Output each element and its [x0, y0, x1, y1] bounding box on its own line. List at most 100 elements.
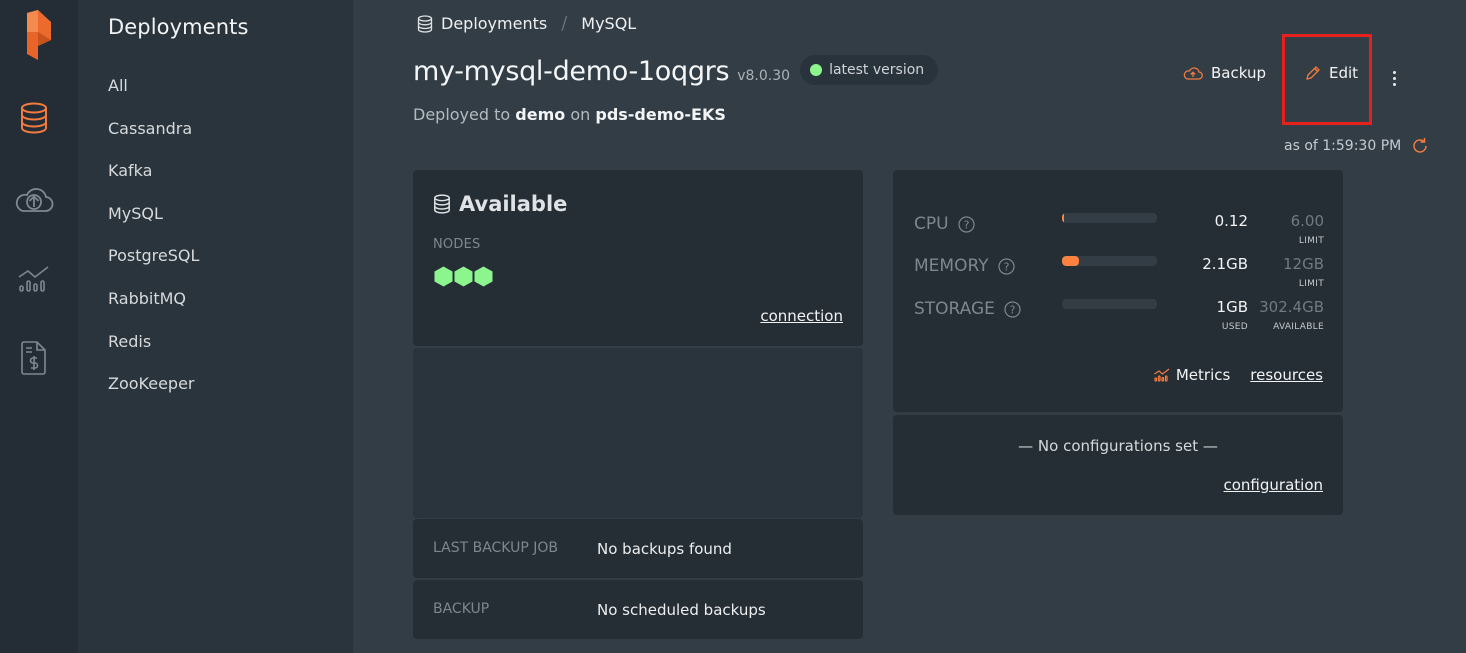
sidebar-item-zookeeper[interactable]: ZooKeeper — [108, 369, 199, 412]
node-hexagon-icon — [454, 266, 473, 287]
connection-link[interactable]: connection — [760, 307, 843, 325]
resource-row-memory: MEMORY ? 2.1GB 12GB LIMIT — [914, 255, 1324, 296]
resource-name: CPU ? — [914, 214, 975, 234]
metrics-label: Metrics — [1175, 366, 1231, 384]
metrics-chart-icon — [1154, 368, 1170, 382]
nodes-label: NODES — [433, 237, 481, 252]
last-backup-row: LAST BACKUP JOB No backups found — [413, 519, 863, 578]
used-value: 1GB — [1216, 298, 1248, 316]
database-icon — [434, 194, 450, 214]
rail-item-backups[interactable] — [14, 181, 54, 221]
deployment-version: v8.0.30 — [737, 68, 791, 84]
limit-value: 12GB — [1282, 255, 1324, 273]
resources-footer: Metrics resources — [1154, 366, 1323, 384]
usage-bar — [1062, 256, 1157, 266]
used-caption: USED — [1221, 322, 1248, 332]
version-status-badge: latest version — [800, 55, 939, 85]
resource-row-cpu: CPU ? 0.12 6.00 LIMIT — [914, 212, 1324, 253]
used-value: 2.1GB — [1202, 255, 1248, 273]
breadcrumb-deployments[interactable]: Deployments — [441, 14, 547, 33]
backup-schedule-label: BACKUP — [433, 601, 490, 617]
usage-bar — [1062, 299, 1157, 309]
billing-document-icon — [21, 341, 47, 379]
status-dot-icon — [810, 64, 823, 76]
cloud-upload-icon — [1183, 67, 1203, 80]
deployments-sidebar: Deployments All Cassandra Kafka MySQL Po… — [78, 0, 353, 653]
as-of-timestamp: as of 1:59:30 PM — [1284, 138, 1402, 154]
breadcrumb: Deployments / MySQL — [417, 13, 636, 34]
last-backup-value: No backups found — [597, 540, 732, 558]
svg-text:?: ? — [963, 218, 969, 231]
resources-link[interactable]: resources — [1250, 366, 1323, 384]
metrics-chart-icon — [18, 265, 50, 297]
sidebar-item-kafka[interactable]: Kafka — [108, 156, 199, 199]
help-icon[interactable]: ? — [1004, 300, 1021, 318]
sidebar-item-rabbitmq[interactable]: RabbitMQ — [108, 284, 199, 327]
help-icon[interactable]: ? — [997, 257, 1015, 275]
nodes-indicator — [434, 266, 493, 287]
version-status-label: latest version — [829, 62, 925, 78]
database-icon — [417, 14, 433, 33]
cluster-name: pds-demo-EKS — [595, 105, 726, 124]
database-icon — [19, 102, 49, 138]
sidebar-item-all[interactable]: All — [108, 71, 199, 114]
backup-schedule-row: BACKUP No scheduled backups — [413, 580, 863, 639]
sidebar-item-postgresql[interactable]: PostgreSQL — [108, 241, 199, 284]
resources-card: CPU ? 0.12 6.00 LIMIT MEMORY ? 2.1GB 12G… — [893, 170, 1343, 412]
portworx-logo[interactable] — [22, 10, 54, 60]
resource-name: STORAGE ? — [914, 299, 1021, 319]
icon-rail — [0, 0, 78, 653]
configuration-link[interactable]: configuration — [1224, 476, 1324, 494]
help-icon[interactable]: ? — [957, 215, 975, 233]
limit-value: 302.4GB — [1259, 298, 1324, 316]
kebab-menu-icon[interactable] — [1386, 66, 1402, 90]
sidebar-item-redis[interactable]: Redis — [108, 327, 199, 370]
node-hexagon-icon — [434, 266, 453, 287]
edit-highlight-box — [1282, 34, 1372, 125]
status-text: Available — [459, 192, 568, 216]
resource-name: MEMORY ? — [914, 256, 1015, 276]
limit-caption: AVAILABLE — [1273, 322, 1324, 332]
no-configurations-text: — No configurations set — — [1018, 437, 1218, 455]
sidebar-title: Deployments — [108, 15, 249, 39]
deployed-prefix: Deployed to — [413, 105, 511, 124]
limit-caption: LIMIT — [1298, 236, 1324, 246]
resource-label: STORAGE — [914, 299, 995, 319]
sidebar-item-mysql[interactable]: MySQL — [108, 199, 199, 242]
backup-label: Backup — [1211, 64, 1266, 82]
breadcrumb-separator: / — [561, 13, 568, 34]
cloud-upload-icon — [14, 185, 54, 217]
limit-value: 6.00 — [1290, 212, 1324, 230]
usage-bar-fill — [1062, 213, 1064, 223]
usage-bar — [1062, 213, 1157, 223]
on-word: on — [570, 105, 591, 124]
resource-row-storage: STORAGE ? 1GB 302.4GB USED AVAILABLE — [914, 298, 1324, 339]
used-value: 0.12 — [1214, 212, 1248, 230]
status-heading: Available — [433, 192, 567, 216]
deployment-target: Deployed to demo on pds-demo-EKS — [413, 105, 726, 124]
rail-item-metrics[interactable] — [14, 261, 54, 301]
sidebar-item-cassandra[interactable]: Cassandra — [108, 114, 199, 157]
configuration-card: — No configurations set — configuration — [893, 415, 1343, 515]
breadcrumb-mysql[interactable]: MySQL — [581, 14, 636, 33]
sidebar-list: All Cassandra Kafka MySQL PostgreSQL Rab… — [108, 71, 199, 412]
last-backup-label: LAST BACKUP JOB — [433, 540, 558, 556]
limit-caption: LIMIT — [1298, 279, 1324, 289]
resource-label: MEMORY — [914, 256, 989, 276]
svg-text:?: ? — [1010, 303, 1016, 316]
deployment-header: my-mysql-demo-1oqgrs v8.0.30 latest vers… — [413, 55, 939, 89]
refresh-icon[interactable] — [1411, 137, 1429, 155]
svg-text:?: ? — [1003, 260, 1009, 273]
rail-item-deployments[interactable] — [14, 100, 54, 140]
usage-bar-fill — [1062, 256, 1079, 266]
backup-button[interactable]: Backup — [1183, 64, 1266, 82]
rail-item-billing[interactable] — [14, 340, 54, 380]
namespace-name: demo — [515, 105, 566, 124]
metrics-button[interactable]: Metrics — [1154, 366, 1230, 384]
resource-label: CPU — [914, 214, 949, 234]
node-hexagon-icon — [474, 266, 493, 287]
main-content: Deployments / MySQL my-mysql-demo-1oqgrs… — [353, 0, 1466, 653]
backup-schedule-value: No scheduled backups — [597, 601, 766, 619]
last-updated: as of 1:59:30 PM — [1284, 137, 1429, 155]
deployment-name: my-mysql-demo-1oqgrs — [413, 56, 730, 87]
